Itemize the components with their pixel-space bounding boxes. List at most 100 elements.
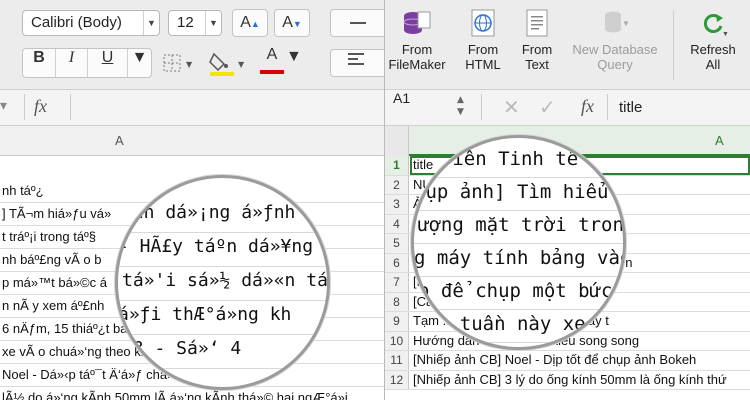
align-top-button[interactable] [330,9,384,37]
svg-text:▼: ▼ [722,31,728,38]
lens-gridline [414,342,623,343]
font-color-bar [260,70,284,74]
border-grid-icon: ▼ [163,54,193,72]
left-ribbon: Calibri (Body) ▼ 12 ▼ A▲ A▼ B I U ▼ ▼ ▼ … [0,0,384,90]
align-left-icon [347,53,364,65]
lens-gridline [414,243,623,244]
globe-document-icon [471,9,495,37]
magnified-text-line: ính dá»¡ng á»ƒnh R [122,202,318,223]
chevron-down-icon: ▼ [205,11,221,35]
font-name-select[interactable]: Calibri (Body) ▼ [22,10,160,36]
row-number[interactable]: 8 [385,292,409,312]
name-box-stepper-icon[interactable]: ▲ ▼ [457,94,464,118]
cell-a[interactable]: ] TÃ¬m hiá»ƒu vá» [2,203,111,225]
fill-color-button[interactable]: ▼ [206,48,250,78]
fx-icon[interactable]: fx [581,96,594,117]
shrink-font-button[interactable]: A▼ [274,9,310,37]
cell-a[interactable]: 6 nÄƒm, 15 thiáº¿t bá» [2,318,135,340]
lens-gridline [118,266,327,267]
left-column-header: A [0,126,384,156]
borders-button[interactable]: ▼ [160,48,200,78]
from-filemaker-label-1: From [401,42,433,57]
confirm-check-icon[interactable]: ✓ [539,95,556,119]
lens-gridline [118,300,327,301]
row-number[interactable]: 7 [385,273,409,292]
svg-text:▼: ▼ [622,19,630,28]
lens-gridline [414,309,623,310]
cell-a[interactable]: nh báº£ng vÃ o b [2,249,101,271]
lens-gridline [414,177,623,178]
from-text-button[interactable]: From Text [507,8,567,72]
database-query-icon: ▼ [605,11,630,33]
align-left-button[interactable] [330,49,384,77]
magnified-text-line: ượng mặt trời trong t [418,214,624,236]
cell-a[interactable]: lÃ½ do á»‘ng kÃ­nh 50mm lÃ á»‘ng kÃ­nh t… [2,387,348,400]
row-number[interactable]: 4 [385,214,409,234]
row-number[interactable]: 6 [385,253,409,273]
table-row: 11 [Nhiếp ảnh CB] Noel - Dịp tốt để chụp … [385,351,750,371]
magnified-text-line: hụp ảnh] Tìm hiểu v [414,181,626,203]
from-html-button[interactable]: From HTML [451,8,515,72]
table-row: lÃ½ do á»‘ng kÃ­nh 50mm lÃ á»‘ng kÃ­nh t… [0,387,384,400]
refresh-all-button[interactable]: ▼ Refresh All [681,8,745,72]
font-color-button[interactable]: A ▼ [256,46,302,78]
underline-button[interactable]: U [87,49,127,77]
row-number[interactable]: 5 [385,234,409,253]
font-name-value: Calibri (Body) [31,14,122,31]
column-header-a[interactable]: A [115,133,124,148]
cell-a[interactable]: [Nhiếp ảnh CB] Noel - Dịp tốt để chụp ản… [413,351,696,369]
database-icon [403,11,431,34]
chevron-down-icon[interactable]: ▼ [127,49,151,77]
chevron-down-icon: ▼ [286,48,302,65]
cell-a[interactable]: [Nhiếp ảnh CB] 3 lý do ống kính 50mm là … [413,371,727,389]
name-box[interactable]: A1 [385,90,410,126]
italic-button[interactable]: I [55,49,87,77]
row-number[interactable]: 10 [385,331,409,351]
row-number[interactable]: 2 [385,175,409,195]
magnified-text-line: Đầu tuần này xe [414,313,586,335]
cell-a[interactable]: n nÃ y xem áº£nh [2,295,104,317]
refresh-all-label-2: All [705,57,721,72]
font-size-value: 12 [177,14,194,31]
bold-button[interactable]: B [23,49,55,77]
left-formula-bar: ▾ fx [0,90,384,126]
row-number[interactable]: 1 [385,156,409,175]
right-excel-window: From FileMaker From HTML From Text ▼ New… [384,0,750,400]
table-row: 12 [Nhiếp ảnh CB] 3 lý do ống kính 50mm l… [385,370,750,390]
grow-font-button[interactable]: A▲ [232,9,268,37]
from-filemaker-button[interactable]: From FileMaker [385,8,449,72]
row-number[interactable]: 9 [385,312,409,331]
right-formula-bar: A1 ▲ ▼ ✕ ✓ fx title [385,90,750,126]
new-database-query-button[interactable]: ▼ New Database Query [565,8,665,72]
magnified-text-line: - HÃ£y táº­n dá»¥ng [118,236,314,257]
formula-input[interactable]: title [619,99,642,116]
triangle-up-icon: ▲ [250,19,260,29]
magnified-text-line: i? - Sá»‘ 4 [122,338,242,359]
from-filemaker-label-2: FileMaker [388,57,446,72]
text-document-icon [526,9,548,37]
divider [70,94,71,120]
lens-gridline [414,276,623,277]
cell-a[interactable]: p má»™t bá»©c á [2,272,107,294]
from-html-label-1: From [467,42,499,57]
style-button-group: B I U ▼ [22,48,152,78]
magnified-text-line: i viên Tinh tế [418,148,579,170]
chevron-down-icon: ▼ [143,11,159,35]
row-number[interactable]: 11 [385,351,409,370]
divider [481,94,482,120]
ribbon-divider [673,10,674,80]
lens-gridline [118,232,327,233]
cell-a[interactable]: nh táº¿ [2,180,44,202]
paint-bucket-icon: ▼ [209,52,245,76]
divider [607,94,608,120]
row-number[interactable]: 12 [385,370,409,390]
cell-a[interactable]: t tráº¡i trong táº§ [2,226,96,248]
new-database-query-label-2: Query [597,57,633,72]
font-size-select[interactable]: 12 ▼ [168,10,222,36]
align-top-icon [349,21,366,24]
row-number[interactable]: 3 [385,195,409,214]
lens-gridline [118,334,327,335]
select-all-corner[interactable] [385,126,409,156]
right-magnifier-lens: i viên Tinh tế hụp ảnh] Tìm hiểu v ượng mặ… [411,135,626,350]
cancel-icon[interactable]: ✕ [503,95,520,119]
